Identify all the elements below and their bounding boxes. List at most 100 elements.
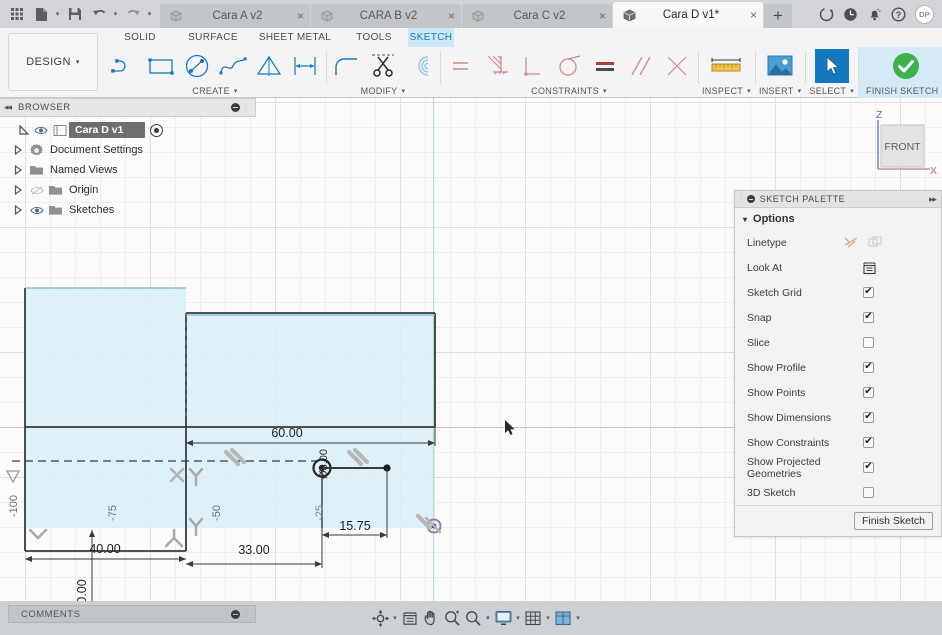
display-settings-icon[interactable] (493, 607, 513, 629)
file-icon[interactable] (30, 3, 52, 25)
checkbox-show-dimensions[interactable] (863, 412, 874, 423)
undo-caret-icon[interactable]: ▾ (112, 10, 120, 18)
visibility-eye-icon[interactable] (31, 125, 50, 136)
palette-grip-icon[interactable]: ⫶ (740, 194, 743, 205)
sketch-canvas[interactable]: 60.00 40.00 33.00 15.75 30.00 Ø3.00 -100… (0, 98, 942, 601)
extensions-icon[interactable] (843, 7, 858, 22)
triangle-expanded-icon[interactable] (18, 124, 31, 136)
select-tool-icon[interactable] (814, 48, 849, 83)
tab-cara-a[interactable]: Cara A v2 × (160, 4, 310, 28)
visibility-eye-icon[interactable] (27, 205, 46, 216)
grid-snaps-icon[interactable] (523, 607, 543, 629)
fillet-icon[interactable] (330, 48, 364, 84)
palette-sketch-grid[interactable]: Sketch Grid (735, 280, 941, 305)
triangle-collapsed-icon[interactable] (14, 165, 27, 175)
palette-show-dimensions[interactable]: Show Dimensions (735, 405, 941, 430)
design-workspace-button[interactable]: DESIGN ▾ (8, 33, 98, 91)
checkbox-slice[interactable] (863, 337, 874, 348)
viewports-icon[interactable] (553, 607, 573, 629)
checkbox-show-constraints[interactable] (863, 437, 874, 448)
construction-line-icon[interactable] (844, 236, 859, 249)
checkbox-snap[interactable] (863, 312, 874, 323)
rectangle-icon[interactable] (144, 48, 178, 84)
triangle-collapsed-icon[interactable] (14, 185, 27, 195)
checkbox-3d-sketch[interactable] (863, 487, 874, 498)
group-finish-sketch[interactable]: FINISH SKETCH ▾ (858, 47, 942, 98)
viewports-caret-icon[interactable]: ▾ (574, 614, 582, 622)
redo-caret-icon[interactable]: ▾ (146, 10, 154, 18)
group-select-label[interactable]: SELECT ▾ (809, 84, 854, 98)
help-icon[interactable]: ? (891, 6, 906, 22)
insert-image-icon[interactable] (763, 48, 797, 84)
ribbon-tab-sheet-metal[interactable]: SHEET METAL (250, 28, 340, 47)
triangle-collapsed-icon[interactable] (14, 145, 27, 155)
coincident-icon[interactable] (660, 48, 694, 84)
zoom-window-icon[interactable] (463, 607, 483, 629)
group-insert-label[interactable]: INSERT ▾ (759, 84, 801, 98)
avatar[interactable]: DP (915, 4, 934, 24)
palette-show-profile[interactable]: Show Profile (735, 355, 941, 380)
tab-close-icon[interactable]: × (599, 10, 606, 22)
activate-component-radio[interactable] (150, 123, 164, 137)
finish-sketch-button[interactable]: Finish Sketch (853, 512, 933, 530)
checkbox-sketch-grid[interactable] (863, 287, 874, 298)
palette-show-projected-geometries[interactable]: Show Projected Geometries (735, 455, 941, 480)
group-constraints-label[interactable]: CONSTRAINTS ▾ (444, 84, 694, 98)
ribbon-tab-tools[interactable]: TOOLS (340, 28, 408, 47)
zoom-icon[interactable] (442, 607, 462, 629)
group-finish-sketch-label[interactable]: FINISH SKETCH ▾ (866, 84, 942, 98)
circle-icon[interactable] (180, 48, 214, 84)
tab-cara-b[interactable]: CARA B v2 × (311, 4, 461, 28)
triangle-collapsed-icon[interactable] (14, 205, 27, 215)
comments-panel[interactable]: COMMENTS ⫶ (8, 605, 256, 623)
ribbon-tab-surface[interactable]: SURFACE (176, 28, 250, 47)
group-modify-label[interactable]: MODIFY ▾ (330, 84, 436, 98)
fix-ground-icon[interactable] (480, 48, 514, 84)
palette-3d-sketch[interactable]: 3D Sketch (735, 480, 941, 505)
comments-minimize-icon[interactable] (231, 609, 240, 619)
tangent-icon[interactable] (552, 48, 586, 84)
tab-close-icon[interactable]: × (297, 10, 304, 22)
undo-icon[interactable] (88, 3, 110, 25)
tab-cara-c[interactable]: Cara C v2 × (462, 4, 612, 28)
checkbox-show-profile[interactable] (863, 362, 874, 373)
notifications-icon[interactable] (867, 7, 882, 22)
look-at-icon[interactable] (862, 261, 877, 275)
horizontal-vertical-icon[interactable] (444, 48, 478, 84)
palette-section-options[interactable]: ▾ Options (735, 208, 941, 230)
palette-show-points[interactable]: Show Points (735, 380, 941, 405)
mirror-icon[interactable] (252, 48, 286, 84)
redo-icon[interactable] (122, 3, 144, 25)
comments-grip-icon[interactable]: ⫶ (245, 609, 251, 620)
group-create-label[interactable]: CREATE ▾ (108, 84, 322, 98)
view-cube[interactable]: Z X FRONT (860, 106, 938, 178)
tab-close-icon[interactable]: × (448, 10, 455, 22)
visibility-eye-off-icon[interactable] (27, 185, 46, 196)
dimension-icon[interactable] (288, 48, 322, 84)
palette-slice[interactable]: Slice (735, 330, 941, 355)
orbit-icon[interactable] (370, 607, 390, 629)
display-settings-caret-icon[interactable]: ▾ (514, 614, 522, 622)
checkbox-show-points[interactable] (863, 387, 874, 398)
group-inspect-label[interactable]: INSPECT ▾ (702, 84, 751, 98)
spline-icon[interactable] (216, 48, 250, 84)
job-status-icon[interactable] (819, 7, 834, 22)
collapse-icon[interactable]: ◂◂ (4, 102, 12, 113)
finish-sketch-check-icon[interactable] (889, 48, 923, 84)
ribbon-tab-solid[interactable]: SOLID (104, 28, 176, 47)
new-tab-button[interactable]: + (764, 4, 792, 28)
parallel-icon[interactable] (624, 48, 658, 84)
line-icon[interactable] (108, 48, 142, 84)
palette-expand-icon[interactable]: ▸▸ (929, 194, 937, 205)
tree-document-settings[interactable]: Document Settings (0, 140, 256, 160)
offset-icon[interactable] (402, 48, 436, 84)
tab-close-icon[interactable]: × (750, 9, 757, 21)
look-at-icon[interactable] (400, 607, 420, 629)
browser-minimize-icon[interactable] (231, 103, 240, 112)
tree-origin[interactable]: Origin (0, 180, 256, 200)
palette-minimize-icon[interactable] (746, 195, 755, 203)
trim-scissors-icon[interactable] (366, 48, 400, 84)
tree-root-cara-d[interactable]: Cara D v1 (0, 120, 256, 140)
orbit-caret-icon[interactable]: ▾ (391, 614, 399, 622)
measure-icon[interactable] (704, 48, 748, 84)
